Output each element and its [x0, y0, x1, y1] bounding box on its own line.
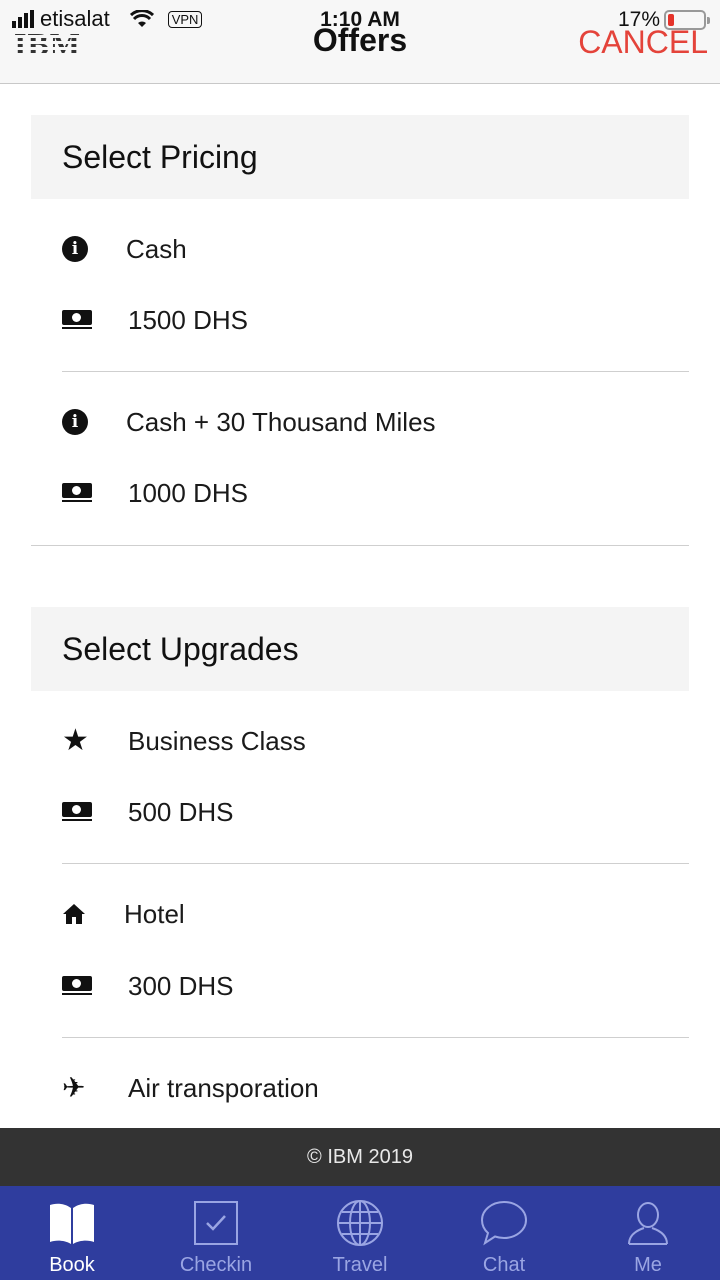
money-icon — [62, 310, 92, 330]
globe-icon — [335, 1198, 385, 1248]
money-icon — [62, 483, 92, 503]
tab-label: Travel — [332, 1254, 388, 1276]
divider — [62, 371, 689, 372]
tab-bar: Book Checkin Travel Chat Me — [0, 1186, 720, 1280]
upgrade-option-label-row: ✈ Air transporation — [62, 1068, 319, 1108]
info-icon: i — [62, 409, 92, 435]
tab-checkin[interactable]: Checkin — [144, 1186, 288, 1280]
cancel-button[interactable]: CANCEL — [578, 24, 708, 61]
airplane-icon: ✈ — [62, 1071, 86, 1104]
money-icon — [62, 976, 92, 996]
tab-book[interactable]: Book — [0, 1186, 144, 1280]
upgrade-option-price: 500 DHS — [128, 796, 234, 827]
divider — [31, 545, 689, 546]
pricing-option-label-row: i Cash — [62, 229, 187, 269]
tab-label: Book — [49, 1254, 95, 1276]
tab-chat[interactable]: Chat — [432, 1186, 576, 1280]
upgrade-option-label-row: ★ Business Class — [62, 721, 306, 761]
home-icon — [62, 902, 92, 926]
top-bar: etisalat VPN 1:10 AM 17% IBM Offers CANC… — [0, 0, 720, 84]
pricing-option-price-row: 1000 DHS — [62, 473, 248, 513]
chat-bubble-icon — [479, 1198, 529, 1248]
checkbox-icon — [191, 1198, 241, 1248]
pricing-option-price-row: 1500 DHS — [62, 300, 248, 340]
user-icon — [623, 1198, 673, 1248]
upgrade-option-label: Air transporation — [128, 1072, 319, 1103]
star-icon: ★ — [62, 723, 89, 758]
divider — [62, 1037, 689, 1038]
upgrade-option-label-row: Hotel — [62, 894, 185, 934]
divider — [62, 863, 689, 864]
tab-me[interactable]: Me — [576, 1186, 720, 1280]
pricing-option-price: 1500 DHS — [128, 304, 248, 335]
pricing-section-header: Select Pricing — [31, 115, 689, 199]
pricing-option-label-row: i Cash + 30 Thousand Miles — [62, 402, 436, 442]
info-icon: i — [62, 236, 92, 262]
pricing-option-label: Cash + 30 Thousand Miles — [126, 406, 436, 437]
upgrade-option-price: 300 DHS — [128, 970, 234, 1001]
money-icon — [62, 802, 92, 822]
tab-label: Chat — [482, 1254, 526, 1276]
upgrades-section-header: Select Upgrades — [31, 607, 689, 691]
tab-label: Checkin — [179, 1254, 253, 1276]
upgrade-option-price-row: 500 DHS — [62, 792, 234, 832]
pricing-option-label: Cash — [126, 233, 187, 264]
book-icon — [47, 1198, 97, 1248]
upgrade-option-price-row: 300 DHS — [62, 966, 234, 1006]
upgrade-option-label: Hotel — [124, 898, 185, 929]
tab-label: Me — [634, 1254, 662, 1276]
tab-travel[interactable]: Travel — [288, 1186, 432, 1280]
pricing-option-price: 1000 DHS — [128, 477, 248, 508]
copyright-footer: © IBM 2019 — [0, 1128, 720, 1186]
upgrade-option-label: Business Class — [128, 725, 306, 756]
